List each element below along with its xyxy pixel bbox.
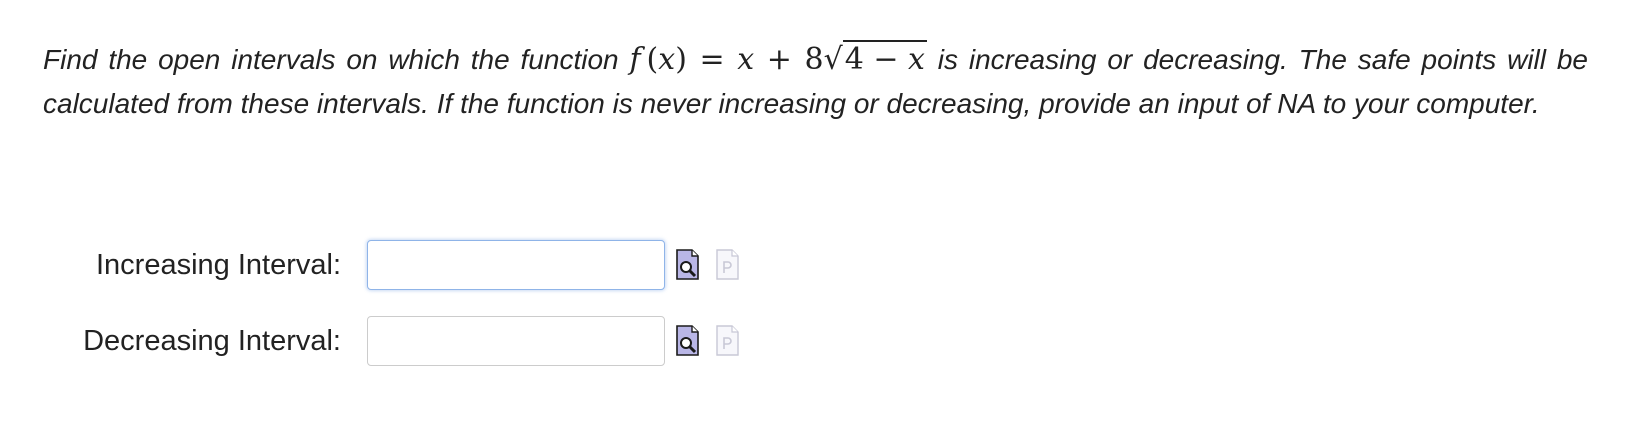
problem-statement: Find the open intervals on which the fun… (43, 38, 1588, 126)
math-f: f (629, 42, 641, 77)
preview-icon[interactable] (675, 325, 701, 357)
increasing-interval-input[interactable] (367, 240, 665, 290)
radicand: 4 − x (842, 40, 927, 77)
math-equals: = (686, 42, 738, 77)
math-plus-eight: + 8 (754, 42, 824, 77)
math-paren-close: ) (675, 42, 687, 77)
increasing-interval-label: Increasing Interval: (95, 248, 341, 281)
square-root: √4 − x (823, 40, 927, 77)
decreasing-interval-label: Decreasing Interval: (83, 324, 341, 357)
help-icon[interactable] (715, 325, 741, 357)
help-icon[interactable] (715, 249, 741, 281)
math-x1: x (658, 42, 676, 77)
function-formula: f (x) = x + 8√4 − x (629, 40, 927, 77)
radicand-number: 4 − (844, 42, 909, 77)
answer-row-decreasing: Decreasing Interval: (0, 316, 741, 366)
decreasing-interval-input[interactable] (367, 316, 665, 366)
answer-row-increasing: Increasing Interval: (0, 240, 741, 290)
preview-icon[interactable] (675, 249, 701, 281)
radicand-variable: x (908, 42, 925, 77)
problem-text-before: Find the open intervals on which the fun… (43, 44, 630, 75)
math-x2: x (737, 42, 755, 77)
math-paren-open: ( (646, 42, 659, 77)
